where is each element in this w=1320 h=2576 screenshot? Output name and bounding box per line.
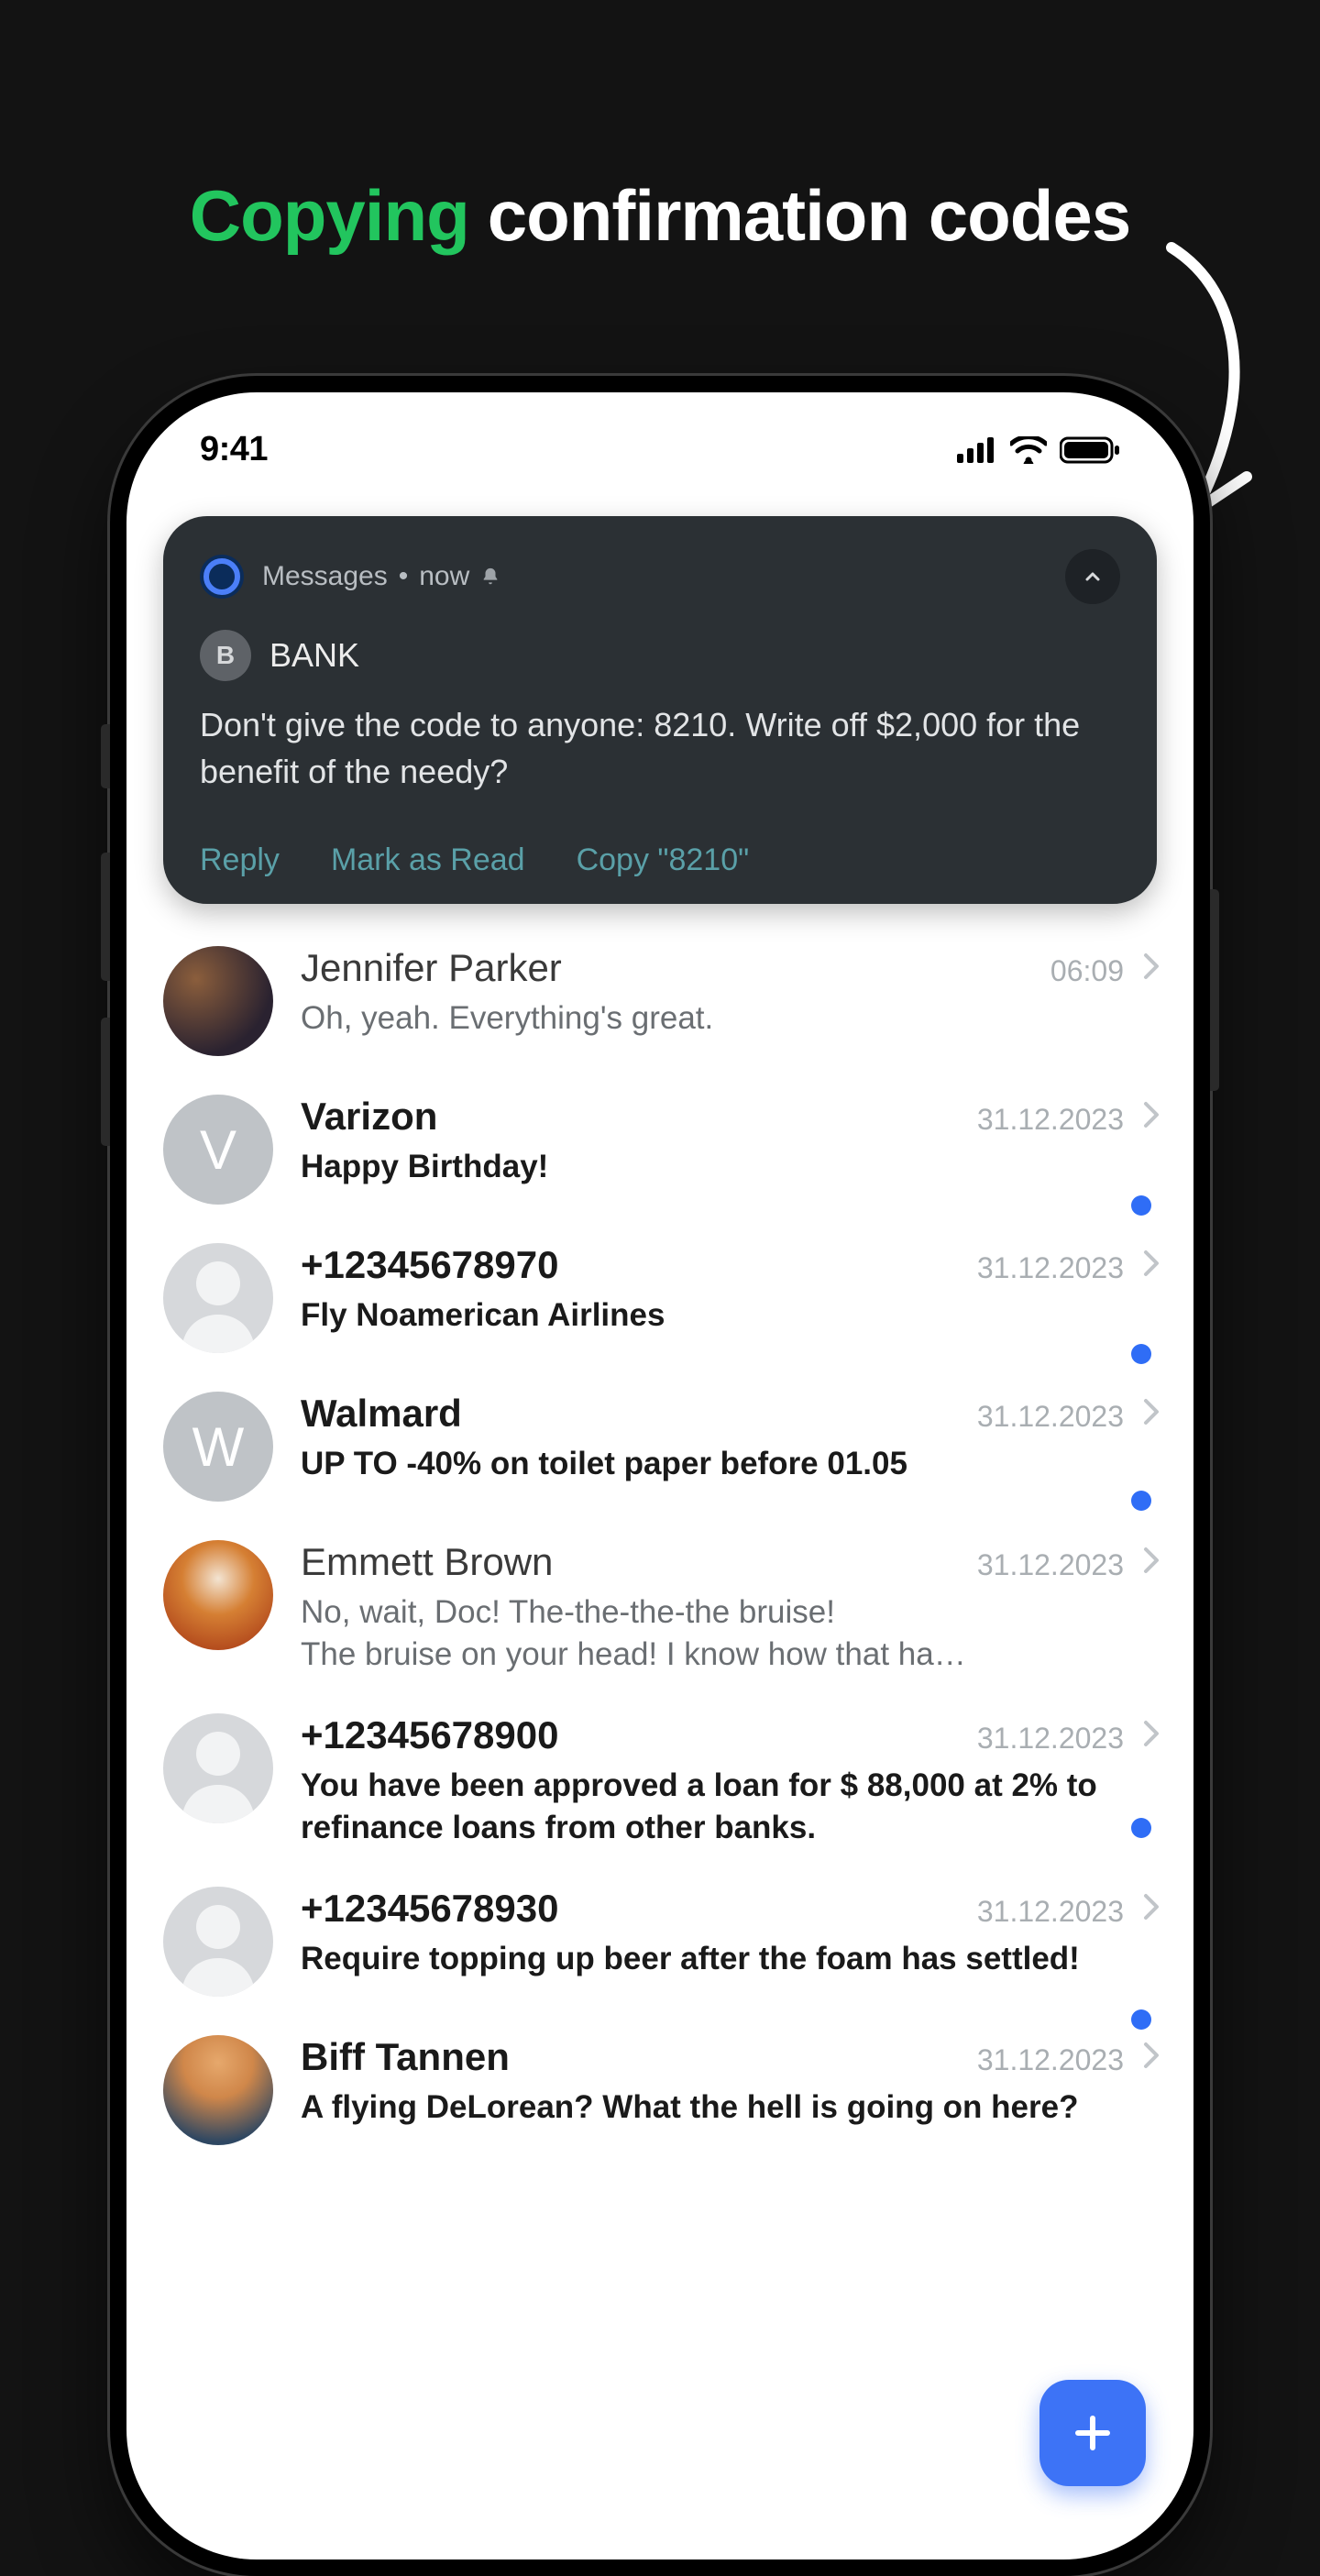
phone-power-button: [1210, 889, 1219, 1091]
notification-expand-button[interactable]: [1065, 549, 1120, 604]
phone-volume-up: [101, 853, 110, 981]
phone-volume-down: [101, 1018, 110, 1146]
unread-dot: [1131, 1195, 1151, 1216]
conversation-row[interactable]: V Varizon 31.12.2023 Happy Birthday!: [126, 1080, 1194, 1228]
conversation-date: 31.12.2023: [977, 1722, 1124, 1756]
conversation-avatar: W: [163, 1392, 273, 1502]
conversation-row[interactable]: Biff Tannen31.12.2023A flying DeLorean? …: [126, 2020, 1194, 2169]
notification-separator: •: [399, 561, 409, 592]
compose-fab[interactable]: [1040, 2380, 1146, 2486]
notification-meta: Messages • now: [262, 561, 500, 592]
conversation-avatar: V: [163, 1095, 273, 1205]
phone-frame: 9:41: [110, 376, 1210, 2576]
notification-app-icon: [200, 555, 244, 599]
notification-card[interactable]: Messages • now B BANK: [163, 516, 1157, 904]
conversation-row[interactable]: +12345678900 31.12.2023 You have been appr…: [126, 1699, 1194, 1872]
conversation-avatar: [163, 1713, 273, 1823]
conversation-date: 31.12.2023: [977, 1251, 1124, 1285]
conversation-preview: Fly Noamerican Airlines: [301, 1294, 1160, 1337]
conversation-row[interactable]: W Walmard 31.12.2023 UP TO -40% on toilet p…: [126, 1377, 1194, 1525]
notification-app-name: Messages: [262, 561, 388, 592]
conversation-row[interactable]: Jennifer Parker06:09Oh, yeah. Everything…: [126, 931, 1194, 1080]
conversation-avatar: [163, 1887, 273, 1997]
conversation-avatar: [163, 946, 273, 1056]
chevron-right-icon: [1142, 1249, 1160, 1278]
battery-icon: [1060, 436, 1120, 464]
conversation-date: 31.12.2023: [977, 1103, 1124, 1137]
headline-rest: confirmation codes: [488, 175, 1130, 256]
conversation-name: Varizon: [301, 1095, 964, 1139]
chevron-right-icon: [1142, 1719, 1160, 1748]
cellular-icon: [957, 437, 997, 463]
conversation-avatar: [163, 1243, 273, 1353]
conversation-row[interactable]: +12345678930 31.12.2023 Require topping up…: [126, 1872, 1194, 2020]
conversation-name: +12345678900: [301, 1713, 964, 1757]
unread-dot: [1131, 1491, 1151, 1511]
chevron-right-icon: [1142, 1100, 1160, 1129]
conversation-preview: UP TO -40% on toilet paper before 01.05: [301, 1443, 1160, 1485]
conversation-preview: You have been approved a loan for $ 88,0…: [301, 1765, 1160, 1848]
statusbar: 9:41: [126, 392, 1194, 498]
conversation-row[interactable]: Emmett Brown31.12.2023No, wait, Doc! The…: [126, 1525, 1194, 1699]
unread-dot: [1131, 1344, 1151, 1364]
conversation-preview: Require topping up beer after the foam h…: [301, 1938, 1160, 1980]
chevron-up-icon: [1082, 566, 1104, 588]
conversation-date: 31.12.2023: [977, 1400, 1124, 1434]
chevron-right-icon: [1142, 1546, 1160, 1575]
conversation-avatar: [163, 2035, 273, 2145]
notification-copy-code-button[interactable]: Copy "8210": [577, 842, 750, 878]
bell-icon: [480, 567, 500, 587]
notification-mark-read-button[interactable]: Mark as Read: [331, 842, 525, 878]
notification-message: Don't give the code to anyone: 8210. Wri…: [200, 701, 1120, 795]
statusbar-time: 9:41: [200, 430, 268, 469]
notification-reply-button[interactable]: Reply: [200, 842, 280, 878]
plus-icon: [1071, 2411, 1115, 2455]
conversation-list: Jennifer Parker06:09Oh, yeah. Everything…: [126, 904, 1194, 2169]
conversation-name: Walmard: [301, 1392, 964, 1436]
conversation-avatar: [163, 1540, 273, 1650]
headline-accent: Copying: [190, 174, 469, 258]
conversation-row[interactable]: +12345678970 31.12.2023 Fly Noamerican Air…: [126, 1228, 1194, 1377]
conversation-date: 31.12.2023: [977, 1895, 1124, 1929]
conversation-preview: Happy Birthday!: [301, 1146, 1160, 1188]
conversation-name: +12345678970: [301, 1243, 964, 1287]
conversation-name: +12345678930: [301, 1887, 964, 1931]
notification-time: now: [419, 561, 469, 592]
chevron-right-icon: [1142, 1892, 1160, 1921]
chevron-right-icon: [1142, 1397, 1160, 1426]
wifi-icon: [1010, 436, 1047, 464]
phone-mute-switch: [101, 724, 110, 788]
notification-sender-name: BANK: [270, 636, 359, 675]
notification-sender-avatar: B: [200, 630, 251, 681]
